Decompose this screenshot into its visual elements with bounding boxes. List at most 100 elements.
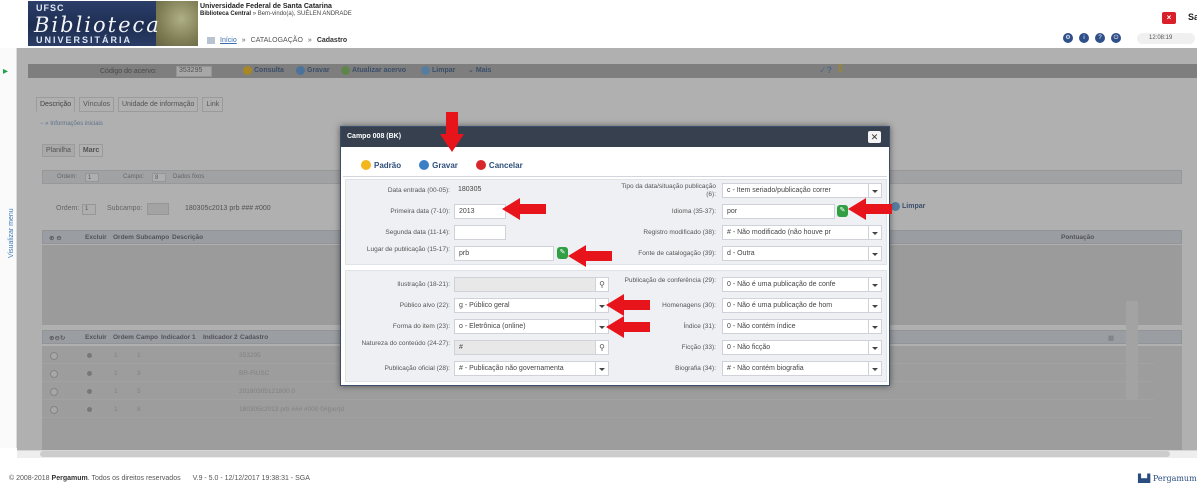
cancelar-label: Cancelar (488, 160, 523, 170)
dialog-actions: Padrão Gravar Cancelar (361, 160, 523, 170)
chevron-down-icon[interactable] (869, 319, 882, 334)
chevron-down-icon[interactable] (869, 246, 882, 261)
padrao-button[interactable]: Padrão (361, 160, 401, 170)
conferencia-label: Publicação de conferência (29): (624, 277, 716, 284)
header-shortcuts: ⚙ i ? ⏻ (1063, 33, 1121, 43)
exit-icon[interactable]: × (1162, 12, 1176, 24)
forma-item-label: Forma do item (23): (392, 323, 450, 330)
conferencia-select[interactable]: 0 - Não é uma publicação de confe (722, 277, 869, 292)
registro-label: Registro modificado (38): (643, 229, 716, 236)
chevron-down-icon[interactable] (869, 340, 882, 355)
publico-alvo-select[interactable]: g - Público geral (454, 298, 596, 313)
annotation-arrow-forma (606, 316, 650, 338)
ilustracao-label: Ilustração (18-21): (397, 281, 450, 288)
app-header: UFSC Biblioteca UNIVERSITÁRIA Universida… (0, 0, 1197, 48)
gravar-button[interactable]: Gravar (419, 160, 458, 170)
expand-menu-icon[interactable]: ▸ (3, 67, 12, 77)
search-icon[interactable]: ⚲ (596, 340, 609, 355)
logo-leaf-graphic (156, 1, 198, 46)
default-icon (361, 160, 371, 170)
info-icon[interactable]: i (1079, 33, 1089, 43)
chevron-down-icon[interactable] (869, 183, 882, 198)
exit-button-label[interactable]: Sa (1188, 12, 1197, 22)
cancelar-button[interactable]: Cancelar (475, 160, 523, 170)
settings-icon[interactable]: ⚙ (1063, 33, 1073, 43)
segunda-data-input[interactable] (454, 225, 506, 240)
homenagens-select[interactable]: 0 - Não é uma publicação de hom (722, 298, 869, 313)
fonte-label: Fonte de catalogação (39): (638, 250, 716, 257)
lookup-icon[interactable]: ✎ (837, 205, 848, 217)
idioma-input[interactable]: por (722, 204, 835, 219)
save-icon (419, 160, 430, 170)
footer-brand: Pergamum (51, 475, 88, 482)
annotation-arrow-primeira-data (502, 198, 546, 220)
forma-item-select[interactable]: o - Eletrônica (online) (454, 319, 596, 334)
logo-top-text: UFSC (36, 3, 65, 13)
padrao-label: Padrão (374, 160, 402, 170)
publico-alvo-label: Público alvo (22): (399, 302, 450, 309)
side-menu-toggle[interactable]: Visualizar menu (8, 208, 15, 258)
breadcrumb-current: Cadastro (316, 37, 348, 44)
close-icon[interactable]: ✕ (868, 131, 881, 143)
breadcrumb-separator: » (307, 37, 312, 44)
chevron-down-icon[interactable] (869, 361, 882, 376)
footer-rights: . Todos os direitos reservados (87, 475, 181, 482)
ilustracao-input[interactable] (454, 277, 596, 292)
welcome-line: Biblioteca Central » Bem-vindo(a), SUÉLE… (200, 11, 352, 17)
copyright-years: © 2008-2018 (9, 475, 50, 482)
pergamum-logo: ▙▟ Pergamum (1138, 474, 1197, 483)
annotation-arrow-publico (606, 294, 650, 316)
footer-copyright: © 2008-2018 Pergamum. Todos os direitos … (9, 475, 181, 482)
biografia-label: Biografia (34): (675, 365, 716, 372)
ficcao-select[interactable]: 0 - Não ficção (722, 340, 869, 355)
primeira-data-label: Primeira data (7-10): (390, 208, 450, 215)
chevron-down-icon[interactable] (869, 277, 882, 292)
biografia-select[interactable]: # - Não contém biografia (722, 361, 869, 376)
unit-name: Biblioteca Central (200, 11, 252, 17)
welcome-text: » Bem-vindo(a), SUÉLEN ANDRADE (252, 11, 352, 17)
logo-bottom-text: UNIVERSITÁRIA (36, 35, 133, 45)
lookup-icon[interactable]: ✎ (557, 247, 568, 259)
natureza-label: Natureza do conteúdo (24-27): (361, 340, 450, 347)
page-footer: © 2008-2018 Pergamum. Todos os direitos … (9, 475, 310, 482)
annotation-arrow-lugar (568, 245, 612, 267)
primeira-data-input[interactable]: 2013 (454, 204, 506, 219)
gravar-label: Gravar (432, 160, 458, 170)
publicacao-oficial-select[interactable]: # - Publicação não governamenta (454, 361, 596, 376)
tipo-data-select[interactable]: c - Item seriado/publicação correr (722, 183, 869, 198)
power-icon[interactable]: ⏻ (1111, 33, 1121, 43)
biblioteca-logo: UFSC Biblioteca UNIVERSITÁRIA (28, 1, 198, 46)
publicacao-oficial-label: Publicação oficial (28): (384, 365, 450, 372)
chevron-down-icon[interactable] (869, 298, 882, 313)
annotation-arrow-idioma (848, 198, 892, 220)
ficcao-label: Ficção (33): (681, 344, 716, 351)
breadcrumb: Início » CATALOGAÇÃO » Cadastro (207, 37, 347, 44)
lugar-publicacao-label: Lugar de publicação (15-17): (366, 246, 450, 253)
natureza-input[interactable]: # (454, 340, 596, 355)
breadcrumb-home-link[interactable]: Início (220, 37, 237, 44)
lugar-publicacao-input[interactable]: prb (454, 246, 554, 261)
annotation-arrow-gravar (440, 112, 464, 152)
tipo-data-label: Tipo da data/situação publicação (6): (621, 183, 716, 198)
pergamum-logo-text: Pergamum (1152, 474, 1197, 483)
data-entrada-label: Data entrada (00-05): (387, 187, 450, 194)
chevron-down-icon[interactable] (869, 225, 882, 240)
fonte-select[interactable]: d - Outra (722, 246, 869, 261)
idioma-label: Idioma (35-37): (671, 208, 716, 215)
institution-name: Universidade Federal de Santa Catarina (200, 3, 332, 10)
search-icon[interactable]: ⚲ (596, 277, 609, 292)
dialog-divider (343, 176, 887, 177)
dates-section: Data entrada (00-05): 180305 Primeira da… (345, 179, 887, 265)
scrollbar-thumb[interactable] (40, 451, 1170, 457)
logo-main-text: Biblioteca (34, 13, 161, 37)
breadcrumb-separator: » (241, 37, 246, 44)
campo-008-dialog: Campo 008 (BK) ✕ Padrão Gravar Cancelar … (340, 126, 890, 386)
breadcrumb-section: CATALOGAÇÃO (250, 37, 303, 44)
indice-select[interactable]: 0 - Não contém índice (722, 319, 869, 334)
side-menu-strip: ▸ Visualizar menu (0, 48, 17, 448)
segunda-data-label: Segunda data (11-14): (385, 229, 450, 236)
help-icon[interactable]: ? (1095, 33, 1105, 43)
chevron-down-icon[interactable] (596, 361, 609, 376)
home-icon[interactable] (207, 37, 215, 44)
registro-select[interactable]: # - Não modificado (não houve pr (722, 225, 869, 240)
